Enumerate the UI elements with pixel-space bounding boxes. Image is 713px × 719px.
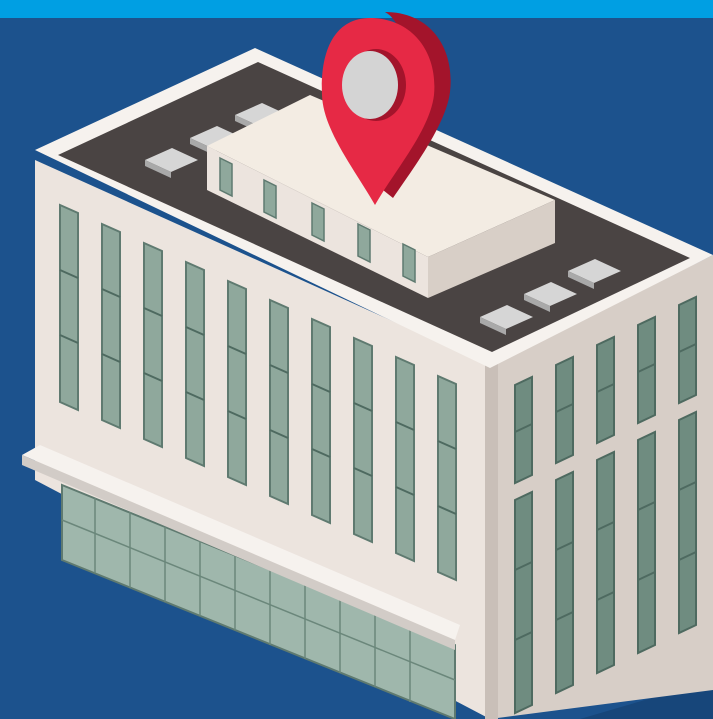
building-corner [485, 360, 498, 719]
illustration-scene [0, 0, 713, 719]
top-banner [0, 0, 713, 18]
